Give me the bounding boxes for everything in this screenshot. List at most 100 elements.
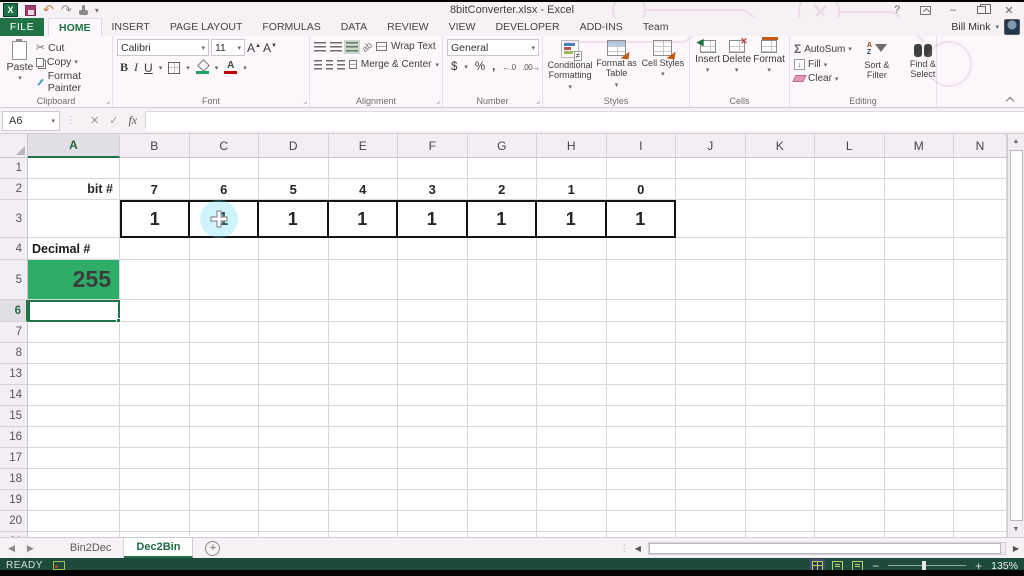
cell-H2[interactable]: 1: [537, 179, 607, 200]
sheet-tab-dec2bin[interactable]: Dec2Bin: [124, 538, 193, 558]
cell-I7[interactable]: [607, 322, 677, 343]
cell-A19[interactable]: [28, 490, 120, 511]
cell-C15[interactable]: [190, 406, 260, 427]
cell-L3[interactable]: [815, 200, 885, 238]
column-header-L[interactable]: L: [815, 134, 885, 158]
cell-K17[interactable]: [746, 448, 816, 469]
percent-style-icon[interactable]: %: [475, 61, 485, 73]
cell-M14[interactable]: [885, 385, 955, 406]
row-header-15[interactable]: 15: [0, 406, 28, 427]
cell-B7[interactable]: [120, 322, 190, 343]
cell-F6[interactable]: [398, 300, 468, 322]
row-header-8[interactable]: 8: [0, 343, 28, 364]
cell-F8[interactable]: [398, 343, 468, 364]
cell-F16[interactable]: [398, 427, 468, 448]
cell-G2[interactable]: 2: [468, 179, 538, 200]
cell-A18[interactable]: [28, 469, 120, 490]
cell-L20[interactable]: [815, 511, 885, 532]
cell-L2[interactable]: [815, 179, 885, 200]
cell-C20[interactable]: [190, 511, 260, 532]
cell-C14[interactable]: [190, 385, 260, 406]
redo-icon[interactable]: ↷: [61, 5, 72, 15]
cell-J13[interactable]: [676, 364, 746, 385]
cell-E18[interactable]: [329, 469, 399, 490]
fill-handle[interactable]: [116, 318, 121, 323]
borders-icon[interactable]: [168, 62, 180, 74]
alignment-dialog-launcher-icon[interactable]: ⌟: [436, 96, 440, 105]
cell-I20[interactable]: [607, 511, 677, 532]
cell-N4[interactable]: [954, 238, 1007, 260]
cell-D20[interactable]: [259, 511, 329, 532]
cancel-entry-icon[interactable]: ✕: [90, 114, 99, 127]
cell-G17[interactable]: [468, 448, 538, 469]
cell-H14[interactable]: [537, 385, 607, 406]
row-header-20[interactable]: 20: [0, 511, 28, 532]
vertical-scroll-thumb[interactable]: [1010, 150, 1023, 521]
align-right-icon[interactable]: [337, 60, 345, 70]
format-painter-button[interactable]: Format Painter: [36, 70, 109, 94]
zoom-out-icon[interactable]: −: [872, 561, 879, 571]
cut-button[interactable]: ✂ Cut: [36, 42, 109, 54]
cell-A1[interactable]: [28, 158, 120, 179]
cell-D17[interactable]: [259, 448, 329, 469]
cell-L18[interactable]: [815, 469, 885, 490]
cell-B3[interactable]: 1: [120, 200, 190, 238]
hscroll-right-icon[interactable]: ▶: [1010, 544, 1022, 553]
cell-K7[interactable]: [746, 322, 816, 343]
increase-decimal-icon[interactable]: ←.0: [502, 63, 515, 72]
tab-scroll-splitter[interactable]: ⋮: [620, 543, 628, 554]
paste-button[interactable]: Paste ▾: [4, 39, 36, 94]
cell-J20[interactable]: [676, 511, 746, 532]
sheet-nav-right-icon[interactable]: ▶: [27, 543, 34, 554]
cell-B19[interactable]: [120, 490, 190, 511]
column-header-H[interactable]: H: [537, 134, 607, 158]
scroll-down-icon[interactable]: ▼: [1008, 522, 1024, 537]
autosum-button[interactable]: Σ AutoSum ▾: [794, 42, 852, 56]
cell-F2[interactable]: 3: [398, 179, 468, 200]
cell-M7[interactable]: [885, 322, 955, 343]
cell-styles-button[interactable]: Cell Styles ▾: [640, 40, 686, 94]
cell-J17[interactable]: [676, 448, 746, 469]
cell-C13[interactable]: [190, 364, 260, 385]
cell-L13[interactable]: [815, 364, 885, 385]
cell-J1[interactable]: [676, 158, 746, 179]
row-header-14[interactable]: 14: [0, 385, 28, 406]
cell-I13[interactable]: [607, 364, 677, 385]
cell-B17[interactable]: [120, 448, 190, 469]
cell-D5[interactable]: [259, 260, 329, 300]
cell-M18[interactable]: [885, 469, 955, 490]
ribbon-tab-insert[interactable]: INSERT: [102, 18, 160, 36]
clipboard-dialog-launcher-icon[interactable]: ⌟: [106, 96, 110, 105]
cell-K8[interactable]: [746, 343, 816, 364]
cell-B5[interactable]: [120, 260, 190, 300]
account-area[interactable]: Bill Mink ▾: [951, 18, 1024, 36]
ribbon-tab-review[interactable]: REVIEW: [377, 18, 438, 36]
zoom-slider-thumb[interactable]: [922, 561, 926, 570]
ribbon-tab-add-ins[interactable]: ADD-INS: [570, 18, 633, 36]
page-break-view-icon[interactable]: [852, 561, 863, 571]
cell-H6[interactable]: [537, 300, 607, 322]
cell-L15[interactable]: [815, 406, 885, 427]
cell-L7[interactable]: [815, 322, 885, 343]
cell-I14[interactable]: [607, 385, 677, 406]
formula-bar-splitter[interactable]: ⋮: [60, 115, 82, 126]
row-header-5[interactable]: 5: [0, 260, 28, 300]
cell-D6[interactable]: [259, 300, 329, 322]
cell-H7[interactable]: [537, 322, 607, 343]
cell-K16[interactable]: [746, 427, 816, 448]
insert-cells-button[interactable]: ◀ Insert ▾: [695, 40, 720, 94]
cell-J7[interactable]: [676, 322, 746, 343]
cell-G16[interactable]: [468, 427, 538, 448]
cell-H4[interactable]: [537, 238, 607, 260]
cell-A17[interactable]: [28, 448, 120, 469]
new-sheet-button[interactable]: +: [205, 541, 220, 556]
comma-style-icon[interactable]: ,: [492, 61, 495, 73]
cell-D15[interactable]: [259, 406, 329, 427]
name-box[interactable]: A6 ▾: [2, 111, 60, 131]
column-header-G[interactable]: G: [468, 134, 538, 158]
cell-G5[interactable]: [468, 260, 538, 300]
row-header-2[interactable]: 2: [0, 179, 28, 200]
column-header-F[interactable]: F: [398, 134, 468, 158]
cell-M1[interactable]: [885, 158, 955, 179]
cell-G19[interactable]: [468, 490, 538, 511]
